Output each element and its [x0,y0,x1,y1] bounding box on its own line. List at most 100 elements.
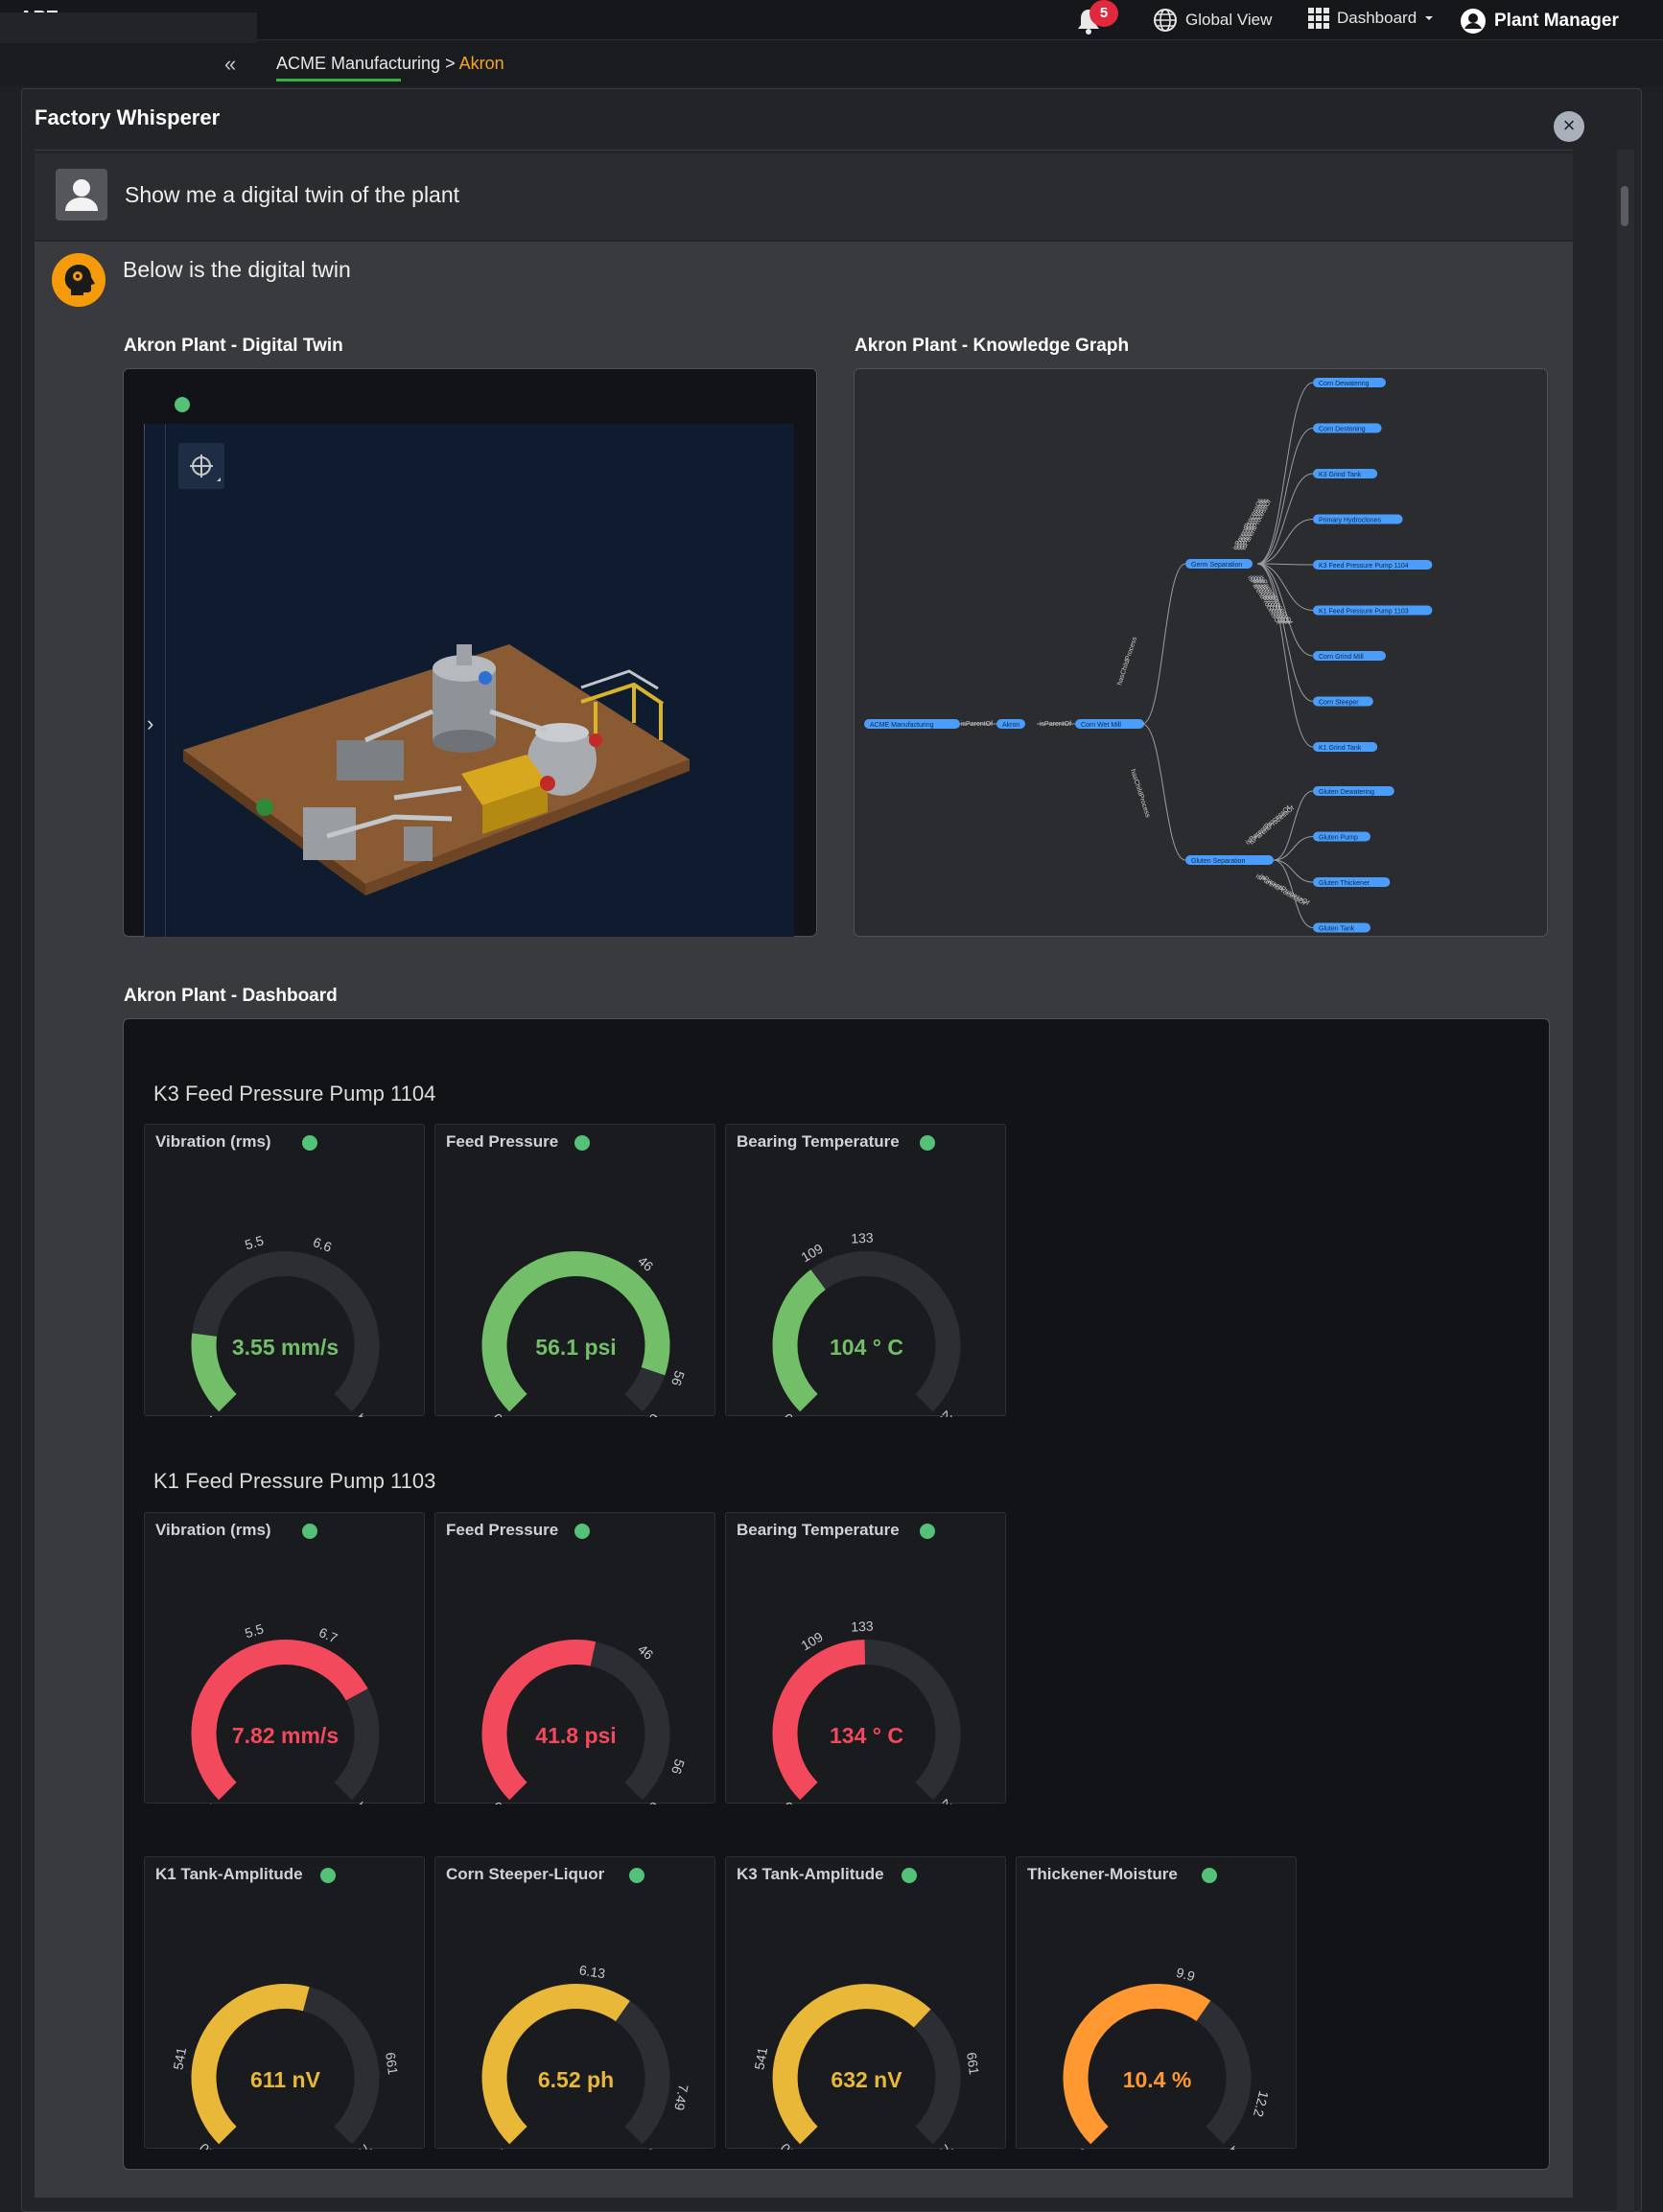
kg-node-gluten-child[interactable]: Gluten Dewatering [1313,786,1394,796]
gauge-tick-label: 6 [1073,2146,1089,2150]
digital-twin-3d-canvas[interactable] [144,424,794,937]
kg-node-root[interactable]: ACME Manufacturing [864,719,960,729]
kg-node-germ-child[interactable]: K1 Grind Tank [1313,742,1378,752]
kg-node-germ-child[interactable]: Corn Destoning [1313,423,1382,433]
gauge-tick-label: 60 [641,1410,662,1417]
svg-text:K3 Feed Pressure Pump 1104: K3 Feed Pressure Pump 1104 [1319,563,1409,570]
user-message-text: Show me a digital twin of the plant [125,182,460,207]
kg-edge-germ-child [1256,428,1314,565]
svg-text:ACME Manufacturing: ACME Manufacturing [870,722,934,729]
scrollbar-thumb[interactable] [1621,186,1628,226]
svg-text:Gluten Thickener: Gluten Thickener [1319,880,1370,887]
svg-text:Primary Hydroclones: Primary Hydroclones [1319,518,1381,524]
grid-icon [1308,8,1329,29]
svg-text:K1 Grind Tank: K1 Grind Tank [1319,745,1362,752]
gauge-value-arc [1063,1984,1211,2145]
gauge-tick-label: 46 [635,1642,656,1663]
kg-node-germ-child[interactable]: K3 Feed Pressure Pump 1104 [1313,560,1433,570]
svg-text:Corn Steeper: Corn Steeper [1319,700,1359,707]
gauge-tick-label: 20 [780,1410,801,1417]
kg-node-gluten-child[interactable]: Gluten Tank [1313,922,1370,933]
kg-node-gluten[interactable]: Gluten Separation [1185,855,1274,865]
panel-divider [35,150,1573,151]
gauge-tick-label: 2 [201,1802,218,1805]
gauge-tick-label: 13 [1222,2143,1243,2150]
gauge-panel[interactable]: K1 Tank-Amplitude611 nV500541661700 [144,1856,425,2150]
notification-count-badge[interactable]: 5 [1089,0,1118,27]
gauge-panel[interactable]: Vibration (rms)3.55 mm/s25.56.610 [144,1124,425,1417]
breadcrumb-org[interactable]: ACME Manufacturing [276,54,440,73]
breadcrumb-bar [0,40,1663,86]
assistant-message-text: Below is the digital twin [123,257,351,282]
gauge-value-arc [481,1251,670,1412]
gauge-value-arc [191,1640,368,1801]
plant-3d-model[interactable] [145,424,795,937]
gauge-tick-label: 541 [170,2046,189,2071]
gauge-value-arc [772,1640,866,1801]
gauge-tick-label: 46 [635,1253,656,1274]
kg-node-mill[interactable]: Corn Wet Mill [1075,719,1144,729]
kg-node-gluten-child[interactable]: Gluten Pump [1313,831,1370,842]
gauge-tick-label: 4 [492,2146,508,2150]
kg-edge-germ-child [1256,382,1314,565]
gauge-value: 10.4 % [1123,2067,1192,2092]
panel-title: Factory Whisperer [35,105,221,129]
digital-twin-title: Akron Plant - Digital Twin [124,336,343,356]
gauge-panel[interactable]: Feed Pressure56.1 psi20465660 [434,1124,715,1417]
scrollbar-track[interactable] [1617,150,1634,2212]
kg-node-germ[interactable]: Germ Separation [1185,559,1253,569]
global-view-link[interactable]: Global View [1153,8,1272,33]
kg-node-germ-child[interactable]: K3 Grind Tank [1313,469,1378,478]
gauge-tick-label: 20 [780,1799,801,1805]
gauge-panel[interactable]: K3 Tank-Amplitude632 nV500541661700 [725,1856,1006,2150]
gauge-panel[interactable]: Corn Steeper-Liquor6.52 ph46.137.498 [434,1856,715,2150]
knowledge-graph-viewer[interactable]: ACME Manufacturing isParentOf Akron isParen… [854,368,1548,937]
gauge-chart: 6.52 ph 4 6.13 7.49 8 [481,1962,691,2150]
kg-node-germ-child[interactable]: K1 Feed Pressure Pump 1103 [1313,605,1433,616]
kg-node-germ-child[interactable]: Corn Dewatering [1313,378,1386,387]
kg-edge-germ [1141,563,1186,725]
kg-edge-label-site: isParentOf [1040,721,1071,728]
gauge-value-arc [481,1984,630,2145]
expand-panel-chevron-icon[interactable]: › [147,711,153,736]
collapse-sidebar-icon[interactable]: « [224,54,236,75]
kg-node-germ-child[interactable]: Corn Steeper [1313,696,1373,707]
kg-edge-gluten [1141,723,1186,861]
gauge-tick-label: 133 [851,1230,874,1246]
gauge-tick-label: 7.49 [671,2084,691,2112]
svg-text:Corn Dewatering: Corn Dewatering [1319,381,1370,387]
gauge-value-arc [772,1984,931,2145]
user-avatar-icon [56,169,107,221]
gauge-chart: 10.4 % 6 9.9 12.2 13 [1063,1965,1272,2150]
kg-node-germ-child[interactable]: Corn Grind Mill [1313,651,1386,661]
gauge-value-arc [191,1333,237,1412]
knowledge-graph-canvas[interactable]: ACME Manufacturing isParentOf Akron isParen… [855,369,1548,937]
breadcrumb: ACME Manufacturing > Akron [276,54,504,74]
gauge-panel[interactable]: Feed Pressure41.8 psi20465660 [434,1512,715,1805]
kg-node-site[interactable]: Akron [996,719,1025,729]
gauge-tick-label: 20 [489,1799,510,1805]
dashboard-label: Dashboard [1337,9,1417,27]
svg-text:Gluten Separation: Gluten Separation [1191,858,1246,865]
navigate-tool-button[interactable] [178,443,224,489]
gauge-panel[interactable]: Bearing Temperature104 ° C20109133250 [725,1124,1006,1417]
gauge-panel[interactable]: Bearing Temperature134 ° C20109133250 [725,1512,1006,1805]
gauge-chart: 134 ° C20109133250 [772,1618,961,1805]
user-menu[interactable]: Plant Manager [1460,8,1619,35]
gauge-chart: 632 nV500541661700 [751,1984,982,2150]
gauge-value: 41.8 psi [535,1723,616,1748]
breadcrumb-site[interactable]: Akron [459,54,504,73]
breadcrumb-separator: > [445,54,456,73]
gauge-panel[interactable]: Thickener-Moisture10.4 %69.912.213 [1016,1856,1297,2150]
dashboard-menu[interactable]: Dashboard [1308,8,1434,29]
gauge-tick-label: 6.6 [311,1234,334,1255]
sidebar-collapsed-strip [0,12,257,43]
gauge-value-arc [481,1640,597,1801]
kg-node-germ-child[interactable]: Primary Hydroclones [1313,514,1403,524]
global-view-label: Global View [1185,11,1273,29]
kg-node-gluten-child[interactable]: Gluten Thickener [1313,877,1391,887]
close-panel-button[interactable]: × [1554,111,1584,142]
gauge-chart: 3.55 mm/s 2 5.5 6.6 10 [191,1232,380,1417]
gauge-tick-label: 56 [668,1369,688,1388]
gauge-panel[interactable]: Vibration (rms)7.82 mm/s25.56.710 [144,1512,425,1805]
